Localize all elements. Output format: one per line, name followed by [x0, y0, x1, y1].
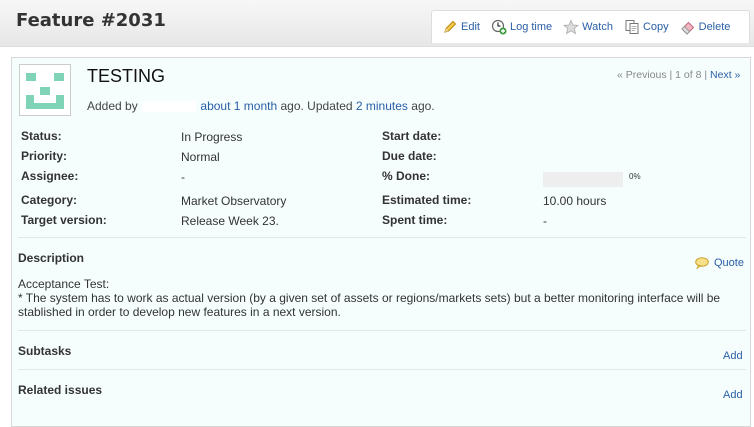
next-link[interactable]: Next » — [710, 69, 740, 81]
start-date-label: Start date: — [382, 129, 442, 143]
subtasks-title: Subtasks — [18, 344, 72, 358]
target-version-label: Target version: — [21, 213, 107, 227]
clock-add-icon — [491, 19, 507, 35]
done-label: % Done: — [382, 169, 430, 183]
eraser-icon — [680, 21, 694, 35]
added-by-prefix: Added by — [87, 99, 138, 113]
add-related-issue-link[interactable]: Add — [723, 389, 743, 401]
description-line: Acceptance Test: — [18, 277, 110, 291]
related-issues-title: Related issues — [18, 383, 103, 397]
description-line: * The system has to work as actual versi… — [18, 291, 721, 319]
speech-bubble-icon — [695, 257, 709, 269]
delete-label: Delete — [698, 21, 731, 33]
priority-value: Normal — [181, 150, 220, 164]
quote-label: Quote — [714, 257, 744, 269]
added-date-link[interactable]: about 1 month — [200, 99, 277, 113]
due-date-label: Due date: — [382, 149, 437, 163]
page-title: Feature #2031 — [16, 10, 166, 31]
copy-icon — [625, 20, 639, 34]
assignee-label: Assignee: — [21, 169, 79, 183]
divider — [18, 369, 746, 370]
issue-subject: TESTING — [87, 66, 166, 86]
estimated-time-value: 10.00 hours — [543, 194, 607, 208]
quote-button[interactable]: Quote — [695, 257, 744, 269]
issue-details: TESTING Added by about 1 month ago. Upda… — [11, 57, 751, 427]
status-label: Status: — [21, 129, 62, 143]
target-version-link[interactable]: Release Week 23. — [181, 214, 279, 228]
spent-time-label: Spent time: — [382, 213, 448, 227]
identicon-icon — [26, 73, 64, 109]
edit-label: Edit — [461, 21, 480, 33]
avatar — [19, 64, 71, 116]
done-percent: 0% — [629, 172, 641, 181]
category-label: Category: — [21, 193, 78, 207]
issue-navigation: « Previous | 1 of 8 | Next » — [617, 69, 741, 81]
redacted-author — [142, 101, 197, 113]
star-icon — [563, 19, 580, 35]
updated-text: ago. Updated — [280, 99, 353, 113]
estimated-time-label: Estimated time: — [382, 193, 472, 207]
copy-button[interactable]: Copy — [624, 19, 669, 35]
add-subtask-link[interactable]: Add — [723, 350, 743, 362]
ago-text: ago. — [411, 99, 435, 113]
done-progress-bar — [543, 172, 623, 187]
divider — [18, 330, 746, 331]
spent-time-value: - — [543, 214, 547, 228]
watch-label: Watch — [582, 21, 613, 33]
header-bar: Feature #2031 Edit Log time Watch Copy D… — [0, 0, 754, 47]
log-time-button[interactable]: Log time — [491, 19, 552, 35]
log-time-label: Log time — [509, 21, 553, 33]
description-title: Description — [18, 251, 85, 265]
assignee-value: - — [181, 170, 185, 184]
contextual-toolbar: Edit Log time Watch Copy Delete — [431, 10, 750, 43]
category-value: Market Observatory — [181, 194, 287, 208]
priority-label: Priority: — [21, 149, 68, 163]
watch-button[interactable]: Watch — [563, 19, 613, 35]
author-line: Added by about 1 month ago. Updated 2 mi… — [87, 99, 435, 113]
copy-label: Copy — [642, 21, 669, 33]
edit-button[interactable]: Edit — [442, 19, 480, 35]
delete-button[interactable]: Delete — [680, 19, 731, 35]
updated-date-link[interactable]: 2 minutes — [356, 99, 408, 113]
pencil-icon — [444, 20, 457, 33]
issue-position: 1 of 8 — [675, 69, 702, 81]
divider — [18, 237, 746, 238]
description-text: Acceptance Test: * The system has to wor… — [18, 277, 738, 319]
previous-link[interactable]: « Previous — [617, 69, 667, 81]
status-value: In Progress — [181, 130, 243, 144]
